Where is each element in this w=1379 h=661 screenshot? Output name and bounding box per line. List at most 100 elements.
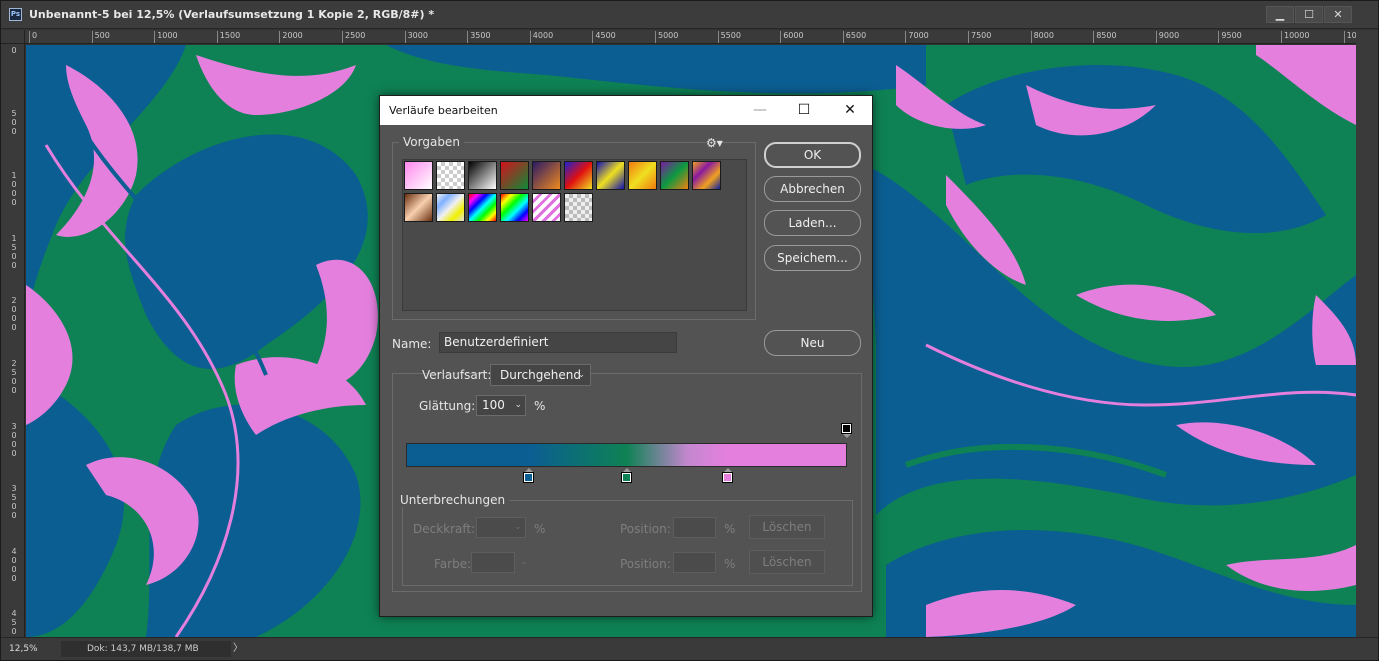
color-stop[interactable] — [523, 472, 535, 483]
opacity-position-label: Position: — [620, 522, 671, 536]
ruler-tick-label: 8000 — [1030, 31, 1054, 43]
smoothness-label: Glättung: — [419, 399, 476, 413]
opacity-stop[interactable] — [841, 423, 852, 434]
cancel-button[interactable]: Abbrechen — [764, 176, 861, 202]
opacity-position-input[interactable] — [673, 517, 716, 538]
ruler-origin[interactable] — [1, 30, 25, 44]
gradient-preset-swatch[interactable] — [404, 193, 433, 222]
ruler-tick-label: 3500 — [11, 484, 17, 521]
presets-settings-gear-icon[interactable]: ⚙▾ — [706, 136, 723, 150]
gradient-preview-bar[interactable] — [406, 443, 847, 467]
dialog-maximize-button[interactable]: ☐ — [792, 100, 816, 120]
gradient-type-label: Verlaufsart: — [422, 368, 492, 382]
maximize-window-button[interactable]: ☐ — [1295, 6, 1323, 23]
document-info: Dok: 143,7 MB/138,7 MB — [61, 641, 231, 657]
color-position-unit: % — [724, 557, 736, 571]
ruler-tick-label: 6000 — [780, 31, 804, 43]
gradient-preset-swatch[interactable] — [532, 193, 561, 222]
presets-label: Vorgaben — [399, 135, 464, 149]
title-bar: Ps Unbenannt-5 bei 12,5% (Verlaufsumsetz… — [1, 1, 1378, 29]
ruler-tick-label: 3500 — [467, 31, 491, 43]
gradient-preset-swatch[interactable] — [564, 193, 593, 222]
gradient-preset-swatch[interactable] — [404, 161, 433, 190]
gradient-editor-dialog: Verläufe bearbeiten — ☐ ✕ Vorgaben ⚙▾ OK… — [379, 95, 873, 617]
dialog-title-bar: Verläufe bearbeiten — ☐ ✕ — [380, 96, 872, 125]
photoshop-window: Ps Unbenannt-5 bei 12,5% (Verlaufsumsetz… — [0, 0, 1379, 661]
gradient-preset-swatch[interactable] — [660, 161, 689, 190]
gradient-preset-swatch[interactable] — [436, 161, 465, 190]
ruler-tick-label: 1500 — [11, 233, 17, 270]
smoothness-input[interactable]: 100 ⌄ — [476, 395, 526, 416]
color-position-label: Position: — [620, 557, 671, 571]
vertical-ruler[interactable]: 0 500 1000 1500 2000 2500 3000 3500 4000 4500 — [1, 44, 25, 637]
ruler-tick-label: 7000 — [905, 31, 929, 43]
ruler-tick-label: 2500 — [11, 359, 17, 395]
gradient-preset-swatch[interactable] — [532, 161, 561, 190]
ruler-tick-label: 4000 — [529, 31, 553, 43]
chevron-down-icon[interactable]: ⌄ — [514, 522, 522, 532]
color-label: Farbe: — [434, 557, 472, 571]
smoothness-value: 100 — [482, 398, 505, 412]
close-window-button[interactable]: ✕ — [1324, 6, 1352, 23]
ruler-tick-label: 4500 — [592, 31, 616, 43]
gradient-preset-swatch[interactable] — [436, 193, 465, 222]
dialog-close-button[interactable]: ✕ — [838, 100, 862, 120]
color-stop[interactable] — [620, 472, 632, 483]
delete-opacity-stop-button[interactable]: Löschen — [749, 515, 825, 539]
color-position-input[interactable] — [673, 552, 716, 573]
ruler-tick-label: 500 — [91, 31, 110, 43]
save-button[interactable]: Speichem... — [764, 245, 861, 271]
opacity-unit: % — [534, 522, 546, 536]
ruler-tick-label: 10500 — [1343, 31, 1356, 43]
ruler-tick-label: 4000 — [11, 546, 17, 583]
ruler-tick-label: 9000 — [1155, 31, 1179, 43]
ruler-tick-label: 1000 — [154, 31, 178, 43]
stop-color-swatch[interactable] — [471, 552, 515, 573]
zoom-level[interactable]: 12,5% — [9, 641, 57, 657]
document-title: Unbenannt-5 bei 12,5% (Verlaufsumsetzung… — [29, 8, 435, 21]
gradient-name-input[interactable]: Benutzerdefiniert — [439, 332, 677, 353]
gradient-preset-swatch[interactable] — [596, 161, 625, 190]
gradient-preset-swatch[interactable] — [500, 193, 529, 222]
new-button[interactable]: Neu — [764, 330, 861, 356]
vertical-scrollbar[interactable] — [1356, 30, 1378, 637]
gradient-type-value: Durchgehend — [500, 368, 581, 382]
opacity-stop-pointer — [843, 434, 851, 438]
name-label: Name: — [392, 337, 432, 351]
dialog-minimize-button[interactable]: — — [748, 100, 772, 120]
gradient-preset-swatch[interactable] — [564, 161, 593, 190]
ruler-tick-label: 3000 — [11, 421, 17, 458]
gradient-preset-swatch[interactable] — [500, 161, 529, 190]
chevron-down-icon: ⌄ — [577, 370, 585, 380]
chevron-down-icon[interactable]: ⌄ — [520, 557, 528, 567]
presets-swatch-grid — [402, 159, 747, 311]
gradient-preset-swatch[interactable] — [692, 161, 721, 190]
minimize-window-button[interactable]: ▁ — [1266, 6, 1294, 23]
color-stop[interactable] — [721, 472, 733, 483]
opacity-position-unit: % — [724, 522, 736, 536]
ruler-tick-label: 1500 — [216, 31, 240, 43]
gradient-preset-swatch[interactable] — [468, 193, 497, 222]
ruler-tick-label: 10000 — [1281, 31, 1309, 43]
ruler-tick-label: 5000 — [655, 31, 678, 43]
horizontal-ruler[interactable]: 0 500 1000 1500 2000 2500 3000 3500 4000 4500 5000… — [25, 30, 1356, 44]
chevron-down-icon[interactable]: ⌄ — [514, 396, 522, 415]
ruler-tick-label: 4500 — [11, 609, 17, 637]
status-bar: 12,5% Dok: 143,7 MB/138,7 MB 〉 — [1, 637, 1378, 660]
photoshop-app-icon: Ps — [9, 8, 22, 21]
ruler-tick-label: 9500 — [1218, 31, 1242, 43]
status-menu-arrow-icon[interactable]: 〉 — [233, 641, 243, 657]
stops-label: Unterbrechungen — [396, 493, 510, 507]
ruler-tick-label: 2000 — [279, 31, 303, 43]
ok-button[interactable]: OK — [764, 142, 861, 168]
delete-color-stop-button[interactable]: Löschen — [749, 550, 825, 574]
color-stop-pointer — [723, 468, 732, 472]
gradient-preset-swatch[interactable] — [628, 161, 657, 190]
load-button[interactable]: Laden... — [764, 210, 861, 236]
ruler-tick-label: 5500 — [717, 31, 741, 43]
color-stop-pointer — [525, 468, 534, 472]
gradient-type-select[interactable]: Durchgehend ⌄ — [490, 364, 591, 386]
ruler-tick-label: 8500 — [1093, 31, 1117, 43]
ruler-tick-label: 0 — [11, 46, 17, 55]
gradient-preset-swatch[interactable] — [468, 161, 497, 190]
